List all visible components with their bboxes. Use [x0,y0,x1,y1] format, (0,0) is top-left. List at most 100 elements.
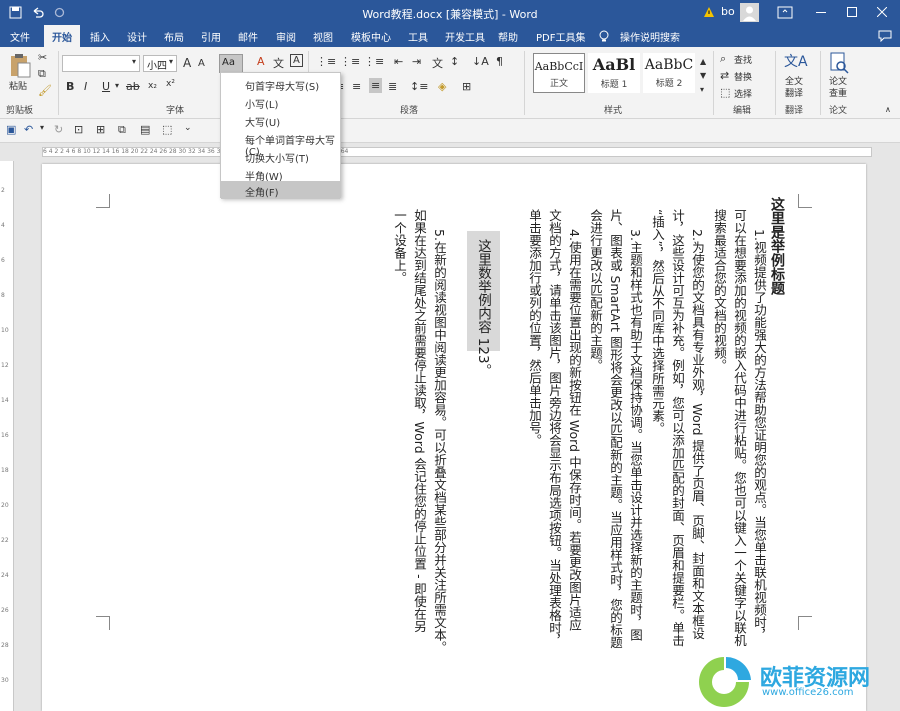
minimize-icon[interactable] [816,12,826,14]
picture-icon[interactable]: ▤ [140,123,150,136]
select-button[interactable]: 选择 [734,87,752,100]
chevron-down-icon[interactable]: ▾ [132,57,136,66]
text-column[interactable]: 计，这些设计可互为补充。例如，您可以添加匹配的封面、页眉和提要栏。单击 [668,209,687,647]
table-icon[interactable]: ⊞ [96,123,105,136]
undo-icon[interactable]: ↶ [24,123,33,136]
translate-icon[interactable]: 文A [784,51,808,71]
text-column[interactable]: 片、图表或 SmartArt 图形将会更改以匹配新的主题。当应用样式时，您的标题 [606,209,625,648]
format-painter-icon[interactable]: 🖌 [38,84,52,97]
styles-scroll-down-icon[interactable]: ▼ [700,71,706,80]
text-column[interactable]: 搜索最适合您的文档的视频。 [710,209,729,372]
text-column[interactable]: 会进行更改以匹配新的主题。 [586,209,605,372]
text-column[interactable]: 5.在新的阅读视图中阅读更加容易。可以折叠文档某些部分并关注所需文本。 [430,229,449,653]
maximize-icon[interactable] [847,7,857,17]
find-button[interactable]: 查找 [734,53,752,66]
menu-item-lowercase[interactable]: 小写(L) [221,93,340,111]
style-heading-2[interactable]: AaBbC 标题 2 [643,53,695,93]
tell-me-search[interactable]: 操作说明搜索 [620,29,680,44]
phonetic-guide-icon[interactable]: 文 [273,55,284,71]
menu-item-uppercase[interactable]: 大写(U) [221,111,340,129]
clear-formatting-icon[interactable]: A [257,55,265,68]
shapes-icon[interactable]: ⬚ [162,123,172,136]
strikethrough-icon[interactable]: ab [126,80,140,93]
tab-insert[interactable]: 插入 [90,29,110,44]
ribbon-display-icon[interactable] [777,6,793,19]
collapse-ribbon-icon[interactable]: ∧ [885,105,891,114]
menu-item-toggle-case[interactable]: 切换大小写(T) [221,147,340,165]
text-column[interactable]: 一个设备上。 [390,209,409,284]
print-preview-icon[interactable]: ⊡ [74,123,83,136]
increase-indent-icon[interactable]: ⇥ [412,55,421,68]
align-right-icon[interactable]: ≡ [352,80,361,93]
tab-developer[interactable]: 开发工具 [445,29,485,44]
shrink-font-icon[interactable]: A [198,58,205,69]
menu-item-sentence-case[interactable]: 句首字母大写(S) [221,75,340,93]
document-heading[interactable]: 这里是举例标题 [767,197,787,295]
change-case-button[interactable]: Aa ▾ [219,54,243,78]
tab-view[interactable]: 视图 [313,29,333,44]
copy-icon[interactable]: ⧉ [38,67,46,81]
text-column[interactable]: 单击要添加行或列的位置，然后单击加号。 [525,209,544,447]
text-column[interactable]: 文档的方式，请单击该图片，图片旁边将会显示布局选项按钮。当处理表格时， [545,209,564,647]
text-direction-icon[interactable]: ↕ [450,55,459,68]
numbering-icon[interactable]: ⋮≡ [340,55,360,68]
distributed-icon[interactable]: ≣ [388,80,397,93]
tab-references[interactable]: 引用 [201,29,221,44]
text-column[interactable]: 如果在达到结尾处之前需要停止读取，Word 会记住您的停止位置 - 即使在另 [410,209,429,633]
multilevel-list-icon[interactable]: ⋮≡ [364,55,384,68]
cut-icon[interactable]: ✂ [38,51,47,64]
paste-button[interactable]: 粘贴 [9,79,27,92]
subscript-icon[interactable]: x₂ [148,81,157,91]
tab-layout[interactable]: 布局 [164,29,184,44]
chevron-down-icon[interactable]: ▾ [169,57,173,66]
tab-home[interactable]: 开始 [44,25,80,47]
font-name-field[interactable] [62,55,140,72]
tab-template-center[interactable]: 模板中心 [351,29,391,44]
select-icon[interactable]: ⬚ [720,86,730,99]
close-icon[interactable] [877,7,887,17]
bold-button[interactable]: B [66,80,74,93]
bullets-icon[interactable]: ⋮≡ [316,55,336,68]
superscript-icon[interactable]: x² [166,79,175,89]
borders-icon[interactable]: ⊞ [462,80,471,93]
text-column[interactable]: 可以在想要添加的视频的嵌入代码中进行粘贴。您也可以键入一个关键字以联机 [730,209,749,647]
chevron-down-icon[interactable]: ▾ [115,81,119,90]
chevron-down-icon[interactable]: ▾ [40,123,44,132]
menu-item-capitalize-each-word[interactable]: 每个单词首字母大写(C) [221,129,340,158]
customize-toolbar-icon[interactable]: ⌄ [184,123,192,133]
paper-check-icon[interactable] [829,52,849,74]
styles-more-icon[interactable]: ▾ [700,85,704,94]
style-normal[interactable]: AaBbCcI 正文 [533,53,585,93]
character-border-icon[interactable]: A [290,54,303,67]
paste-icon[interactable] [9,53,31,79]
tab-mailings[interactable]: 邮件 [238,29,258,44]
menu-item-full-width[interactable]: 全角(F) [221,181,340,199]
tab-file[interactable]: 文件 [10,29,30,44]
text-column[interactable]: 4.使用在需要位置出现的新按钮在 Word 中保存时间。若要更改图片适应 [565,229,584,631]
text-column[interactable]: “插入”，然后从不同库中选择所需元素。 [648,209,667,434]
replace-button[interactable]: 替换 [734,70,752,83]
replace-icon[interactable]: ⇄ [720,69,729,82]
save-icon[interactable]: ▣ [6,123,16,136]
shading-icon[interactable]: ◈ [438,80,446,93]
highlighted-text[interactable]: 这里数举例内容 123。 [467,231,500,377]
text-column[interactable]: 2.为使您的文档具有专业外观，Word 提供了页眉、页脚、封面和文本框设 [688,229,707,640]
avatar[interactable] [740,3,759,22]
tab-design[interactable]: 设计 [127,29,147,44]
show-marks-icon[interactable]: ¶ [496,55,503,68]
user-name[interactable]: bo [721,5,735,18]
decrease-indent-icon[interactable]: ⇤ [394,55,403,68]
underline-button[interactable]: U [102,80,110,93]
text-column[interactable]: 1.视频提供了功能强大的方法帮助您证明您的观点。当您单击联机视频时， [750,229,769,641]
warning-icon[interactable] [703,6,715,18]
tab-tools[interactable]: 工具 [408,29,428,44]
comments-icon[interactable] [878,30,892,42]
tab-pdf-tools[interactable]: PDF工具集 [536,29,585,44]
styles-scroll-up-icon[interactable]: ▲ [700,57,706,66]
justify-icon[interactable]: ≡ [369,78,383,93]
redo-icon[interactable]: ↻ [54,123,63,136]
find-icon[interactable]: ⌕ [720,52,726,66]
tab-help[interactable]: 帮助 [498,29,518,44]
chinese-layout-icon[interactable]: 文 [432,55,443,71]
grow-font-icon[interactable]: A [183,56,191,70]
